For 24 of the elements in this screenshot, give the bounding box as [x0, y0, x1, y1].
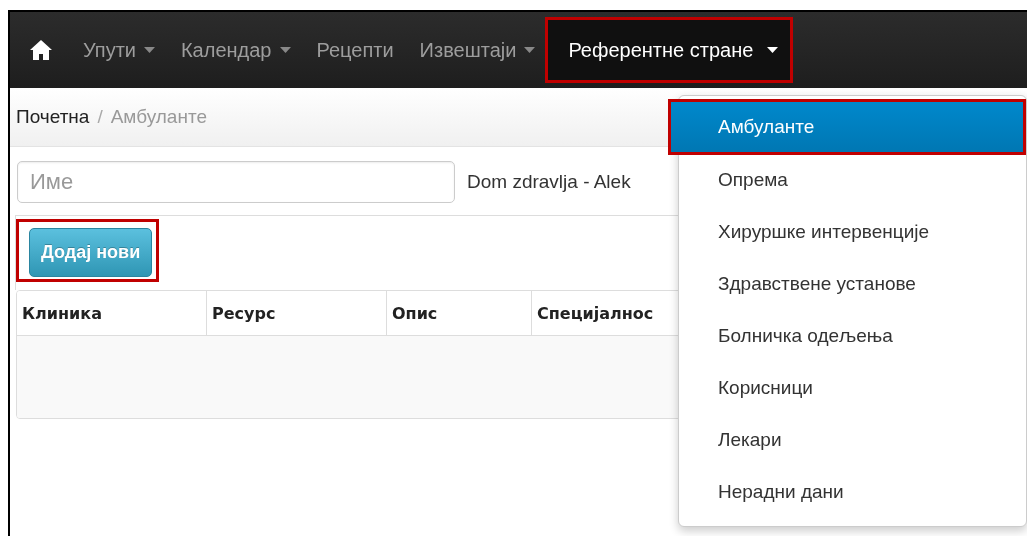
caret-icon	[524, 47, 536, 53]
nav-menu-item[interactable]: Референтне стране	[548, 20, 791, 80]
column-header: Клиника	[21, 302, 103, 325]
dropdown-menu-item[interactable]: Амбуланте	[671, 102, 1023, 152]
breadcrumb-separator: /	[97, 106, 103, 128]
home-icon[interactable]	[30, 40, 52, 60]
nav-menu-item[interactable]: Календар	[167, 20, 304, 80]
breadcrumb-link[interactable]: Почетна	[16, 106, 90, 128]
dropdown-menu-item[interactable]: Опрема	[679, 154, 1026, 206]
name-input-field[interactable]: Име	[17, 161, 455, 203]
nav-menu-item[interactable]: Рецепти	[303, 20, 407, 80]
dropdown-menu-item[interactable]: Нерадни дани	[679, 466, 1026, 518]
nav-menu-item[interactable]: Упути	[70, 20, 168, 80]
caret-icon	[767, 47, 779, 53]
breadcrumb-current: Амбуланте	[110, 106, 207, 128]
dropdown-menu-item[interactable]: Хируршке интервенције	[679, 206, 1026, 258]
caret-icon	[143, 47, 155, 53]
column-header: Ресурс	[206, 291, 386, 335]
column-header: Опис	[386, 291, 531, 335]
nav-menu-item[interactable]: Извештаји	[406, 20, 549, 80]
caret-icon	[279, 47, 291, 53]
facility-label: Dom zdravlja - Alek	[467, 171, 631, 193]
dropdown-menu-item[interactable]: Корисници	[679, 362, 1026, 414]
dropdown-menu-item[interactable]: Лекари	[679, 414, 1026, 466]
